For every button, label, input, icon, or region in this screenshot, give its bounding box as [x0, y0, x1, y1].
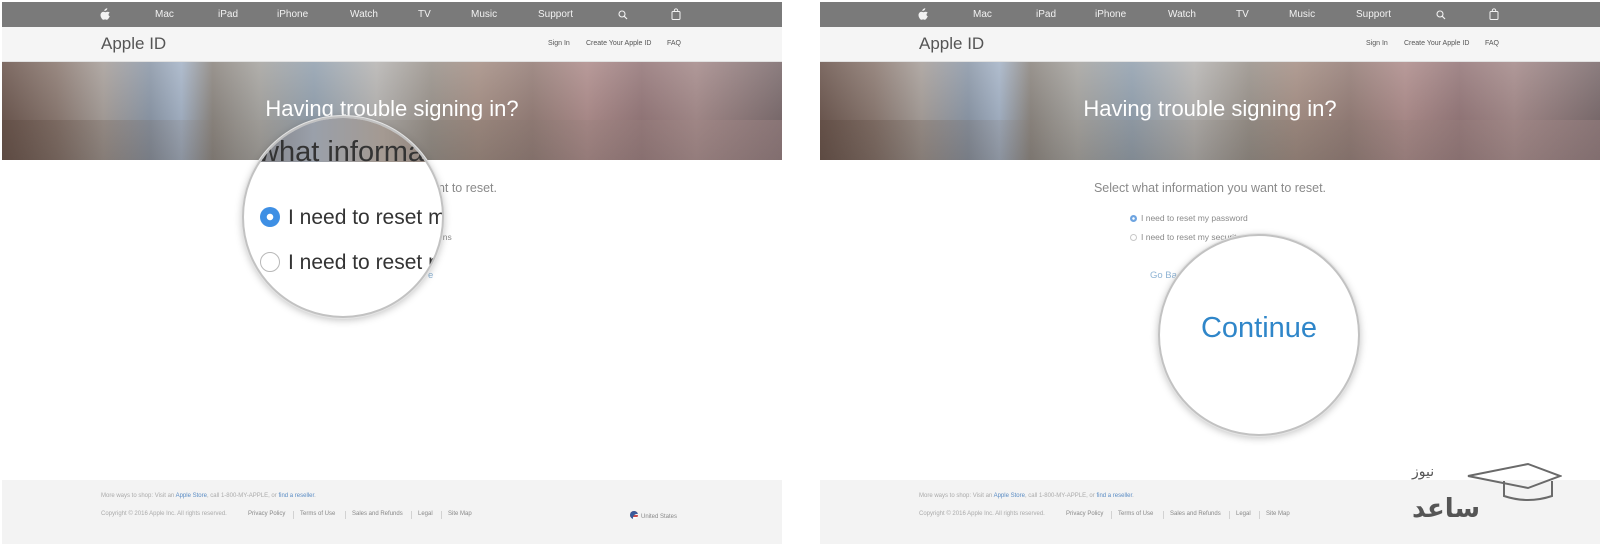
nav-item-tv[interactable]: TV: [1236, 2, 1249, 27]
sales-refunds-link[interactable]: Sales and Refunds: [1170, 511, 1221, 517]
create-apple-id-link[interactable]: Create Your Apple ID: [586, 40, 651, 47]
nav-item-music[interactable]: Music: [471, 2, 497, 27]
us-flag-icon: [630, 511, 638, 519]
country-selector[interactable]: United States: [630, 511, 677, 520]
faq-link[interactable]: FAQ: [667, 40, 681, 47]
nav-item-ipad[interactable]: iPad: [218, 2, 238, 27]
country-label: United States: [641, 514, 678, 520]
search-icon[interactable]: [618, 10, 628, 20]
footer-divider: [1163, 511, 1164, 519]
legal-link[interactable]: Legal: [418, 511, 433, 517]
hero-banner: Having trouble signing in?: [820, 62, 1600, 160]
nav-item-support[interactable]: Support: [1356, 2, 1391, 27]
magnifier-options: what informa I need to reset my I need t…: [242, 116, 444, 318]
watermark-text-2: ساعد: [1412, 494, 1481, 524]
footer-shop-middle: , call 1-800-MY-APPLE, or: [206, 493, 279, 499]
radio-checked-icon[interactable]: [260, 207, 280, 227]
faq-link[interactable]: FAQ: [1485, 40, 1499, 47]
footer-divider: [345, 511, 346, 519]
footer: More ways to shop: Visit an Apple Store,…: [2, 480, 782, 544]
magnifier-continue: Continue: [1158, 234, 1360, 436]
apple-id-title[interactable]: Apple ID: [101, 34, 166, 54]
sales-refunds-link[interactable]: Sales and Refunds: [352, 511, 403, 517]
page-title: Having trouble signing in?: [1083, 96, 1337, 121]
sign-in-link[interactable]: Sign In: [548, 40, 570, 47]
footer-divider: [1259, 511, 1260, 519]
nav-item-watch[interactable]: Watch: [350, 2, 378, 27]
magnified-prompt: what informa: [258, 136, 425, 168]
footer-shop-info: More ways to shop: Visit an Apple Store,…: [101, 493, 316, 499]
footer-divider: [441, 511, 442, 519]
search-icon[interactable]: [1436, 10, 1446, 20]
footer-shop-middle: , call 1-800-MY-APPLE, or: [1024, 493, 1097, 499]
find-reseller-link[interactable]: find a reseller: [1096, 493, 1132, 499]
apple-id-title[interactable]: Apple ID: [919, 34, 984, 54]
apple-store-link[interactable]: Apple Store: [994, 493, 1025, 499]
watermark-logo: نیوز ساعد: [1408, 460, 1562, 530]
find-reseller-link[interactable]: find a reseller: [278, 493, 314, 499]
apple-logo-icon[interactable]: [100, 8, 110, 20]
apple-logo-icon[interactable]: [918, 8, 928, 20]
nav-item-mac[interactable]: Mac: [973, 2, 992, 27]
privacy-policy-link[interactable]: Privacy Policy: [248, 511, 285, 517]
option-reset-password-label: I need to reset my password: [1141, 213, 1248, 223]
magnified-option-password-label: I need to reset my: [288, 206, 444, 229]
create-apple-id-link[interactable]: Create Your Apple ID: [1404, 40, 1469, 47]
footer-divider: [1229, 511, 1230, 519]
footer-divider: [293, 511, 294, 519]
footer-shop-prefix: More ways to shop: Visit an: [101, 493, 176, 499]
site-map-link[interactable]: Site Map: [1266, 511, 1290, 517]
footer-divider: [1111, 511, 1112, 519]
terms-of-use-link[interactable]: Terms of Use: [300, 511, 335, 517]
nav-item-mac[interactable]: Mac: [155, 2, 174, 27]
nav-item-support[interactable]: Support: [538, 2, 573, 27]
footer-shop-suffix: .: [314, 493, 316, 499]
legal-link[interactable]: Legal: [1236, 511, 1251, 517]
nav-item-watch[interactable]: Watch: [1168, 2, 1196, 27]
shopping-bag-icon[interactable]: [671, 8, 681, 20]
global-nav: Mac iPad iPhone Watch TV Music Support: [2, 2, 782, 27]
radio-unchecked-icon[interactable]: [260, 252, 280, 272]
terms-of-use-link[interactable]: Terms of Use: [1118, 511, 1153, 517]
footer-divider: [411, 511, 412, 519]
magnified-option-password[interactable]: I need to reset my: [260, 206, 444, 230]
global-nav: Mac iPad iPhone Watch TV Music Support: [820, 2, 1600, 27]
reset-prompt: Select what information you want to rese…: [1093, 181, 1327, 195]
footer-shop-info: More ways to shop: Visit an Apple Store,…: [919, 493, 1134, 499]
sign-in-link[interactable]: Sign In: [1366, 40, 1388, 47]
nav-item-iphone[interactable]: iPhone: [1095, 2, 1126, 27]
copyright: Copyright © 2016 Apple Inc. All rights r…: [919, 511, 1045, 517]
site-map-link[interactable]: Site Map: [448, 511, 472, 517]
radio-checked-icon[interactable]: [1130, 215, 1137, 222]
nav-item-ipad[interactable]: iPad: [1036, 2, 1056, 27]
footer-shop-prefix: More ways to shop: Visit an: [919, 493, 994, 499]
footer-shop-suffix: .: [1132, 493, 1134, 499]
copyright: Copyright © 2016 Apple Inc. All rights r…: [101, 511, 227, 517]
continue-button[interactable]: Continue: [1160, 312, 1358, 345]
option-reset-password[interactable]: I need to reset my password: [1130, 213, 1248, 223]
magnified-option-security[interactable]: I need to reset m: [260, 251, 444, 275]
watermark-text-1: نیوز: [1412, 464, 1435, 480]
magnified-option-security-label: I need to reset m: [288, 251, 444, 274]
apple-id-subnav: Apple ID Sign In Create Your Apple ID FA…: [820, 27, 1600, 62]
nav-item-music[interactable]: Music: [1289, 2, 1315, 27]
apple-id-subnav: Apple ID Sign In Create Your Apple ID FA…: [2, 27, 782, 62]
privacy-policy-link[interactable]: Privacy Policy: [1066, 511, 1103, 517]
shopping-bag-icon[interactable]: [1489, 8, 1499, 20]
nav-item-iphone[interactable]: iPhone: [277, 2, 308, 27]
radio-unchecked-icon[interactable]: [1130, 234, 1137, 241]
apple-store-link[interactable]: Apple Store: [176, 493, 207, 499]
nav-item-tv[interactable]: TV: [418, 2, 431, 27]
